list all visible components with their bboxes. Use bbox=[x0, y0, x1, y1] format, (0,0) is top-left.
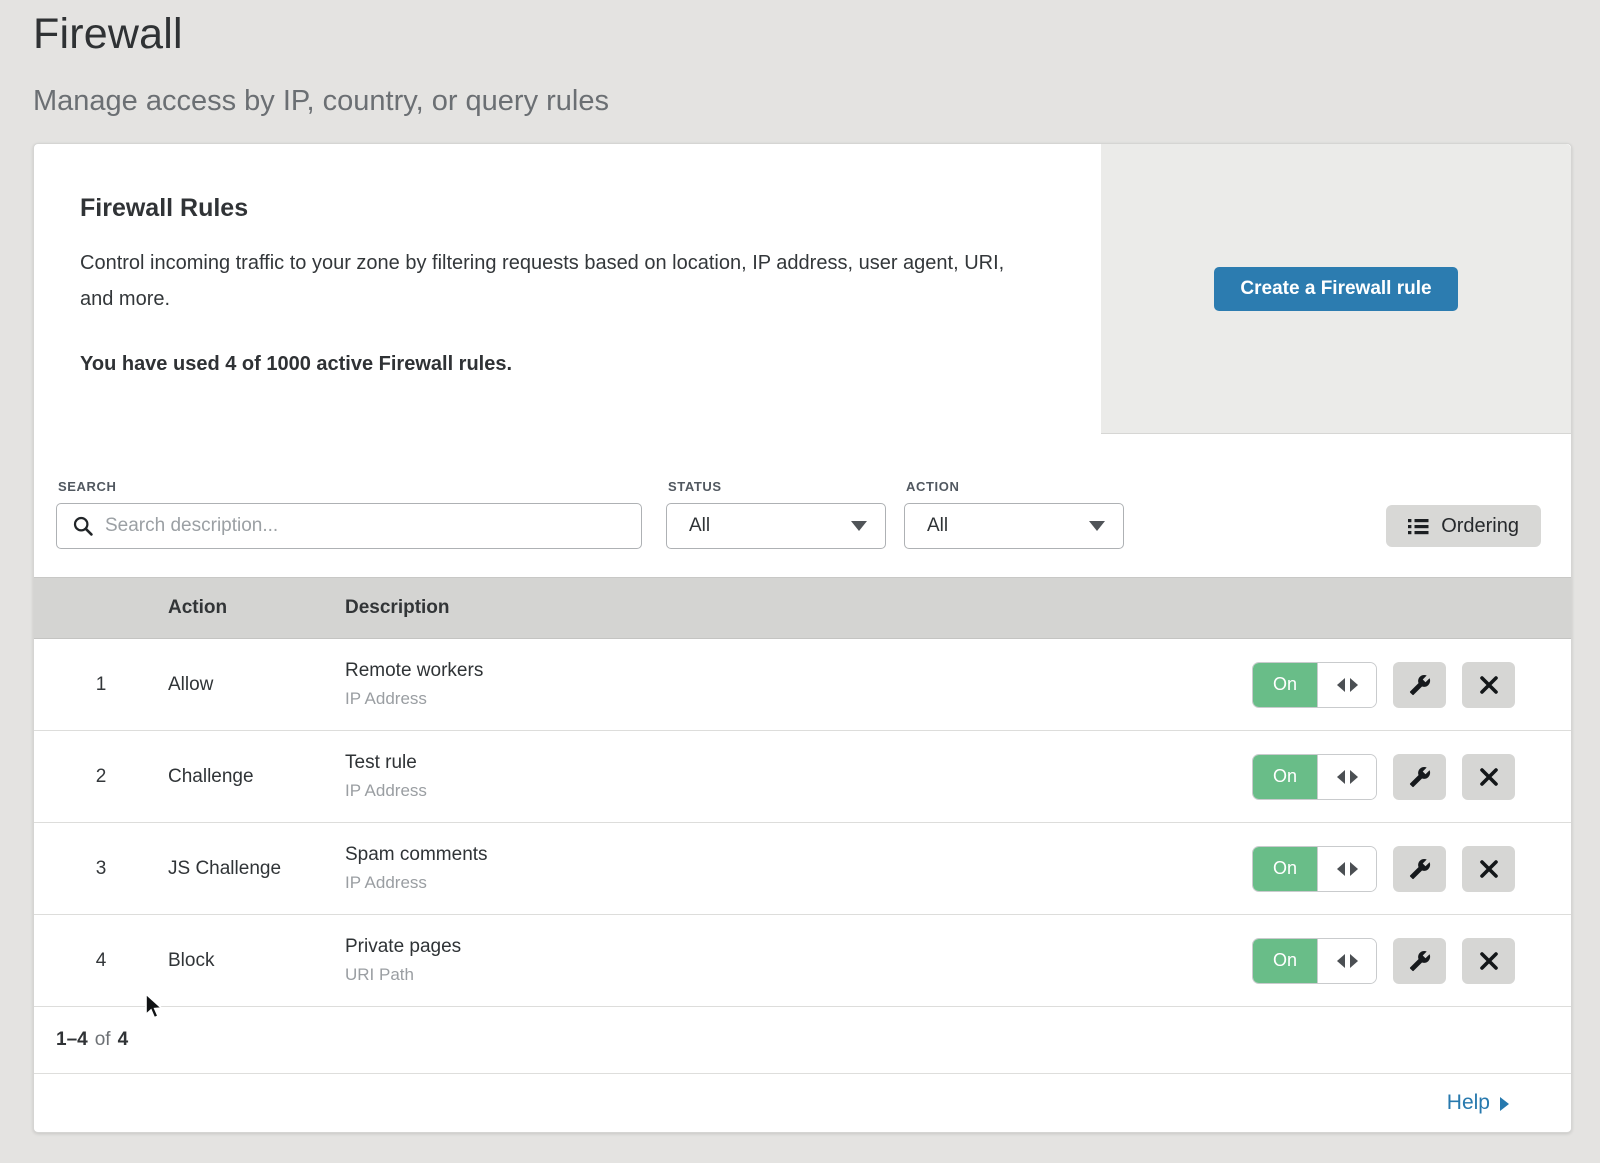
ordering-list-icon bbox=[1408, 518, 1429, 535]
chevron-down-icon bbox=[851, 521, 867, 531]
toggle-arrows-icon[interactable] bbox=[1317, 663, 1376, 707]
help-arrow-icon bbox=[1500, 1097, 1509, 1111]
rule-description-cell: Private pages URI Path bbox=[345, 936, 1251, 985]
ordering-button[interactable]: Ordering bbox=[1386, 505, 1541, 547]
usage-summary: You have used 4 of 1000 active Firewall … bbox=[80, 353, 1053, 376]
search-label: SEARCH bbox=[58, 479, 642, 494]
rule-action: Allow bbox=[168, 674, 345, 696]
wrench-icon bbox=[1409, 858, 1431, 880]
page-subtitle: Manage access by IP, country, or query r… bbox=[33, 85, 1600, 118]
rule-description: Spam comments bbox=[345, 844, 1251, 866]
rule-enabled-toggle[interactable]: On bbox=[1252, 662, 1377, 708]
help-link-label: Help bbox=[1447, 1091, 1490, 1115]
intro-text-block: Firewall Rules Control incoming traffic … bbox=[34, 144, 1101, 434]
toggle-arrows-icon[interactable] bbox=[1317, 939, 1376, 983]
edit-rule-button[interactable] bbox=[1393, 846, 1446, 892]
pagination-range: 1–4 bbox=[56, 1029, 88, 1051]
rule-priority: 2 bbox=[34, 766, 168, 788]
rule-description-cell: Spam comments IP Address bbox=[345, 844, 1251, 893]
column-header-action: Action bbox=[168, 597, 345, 619]
rule-description: Private pages bbox=[345, 936, 1251, 958]
create-rule-panel: Create a Firewall rule bbox=[1101, 144, 1571, 434]
search-box bbox=[56, 503, 642, 549]
edit-rule-button[interactable] bbox=[1393, 662, 1446, 708]
rule-action: Challenge bbox=[168, 766, 345, 788]
page-header: Firewall Manage access by IP, country, o… bbox=[0, 0, 1600, 118]
column-header-description: Description bbox=[345, 597, 1251, 619]
ordering-button-label: Ordering bbox=[1441, 515, 1519, 538]
rules-list: 1 Allow Remote workers IP Address On bbox=[34, 639, 1571, 1007]
action-select[interactable]: All bbox=[904, 503, 1124, 549]
pagination-bar: 1–4 of 4 bbox=[34, 1007, 1571, 1074]
filters-bar: SEARCH STATUS All ACTION All bbox=[34, 434, 1571, 577]
intro-section: Firewall Rules Control incoming traffic … bbox=[34, 144, 1571, 434]
toggle-on-label: On bbox=[1253, 663, 1317, 707]
search-input[interactable] bbox=[57, 504, 641, 548]
wrench-icon bbox=[1409, 766, 1431, 788]
search-icon bbox=[73, 516, 93, 536]
toggle-on-label: On bbox=[1253, 939, 1317, 983]
pagination-of-label: of bbox=[95, 1029, 111, 1051]
action-label: ACTION bbox=[906, 479, 1124, 494]
section-title: Firewall Rules bbox=[80, 194, 1053, 223]
close-icon bbox=[1479, 675, 1499, 695]
status-label: STATUS bbox=[668, 479, 886, 494]
pagination-total: 4 bbox=[118, 1029, 129, 1051]
table-header: Action Description bbox=[34, 577, 1571, 639]
rule-enabled-toggle[interactable]: On bbox=[1252, 754, 1377, 800]
table-row: 3 JS Challenge Spam comments IP Address … bbox=[34, 823, 1571, 915]
rule-priority: 4 bbox=[34, 950, 168, 972]
chevron-down-icon bbox=[1089, 521, 1105, 531]
page-title: Firewall bbox=[33, 10, 1600, 59]
rule-enabled-toggle[interactable]: On bbox=[1252, 938, 1377, 984]
delete-rule-button[interactable] bbox=[1462, 846, 1515, 892]
rule-action: JS Challenge bbox=[168, 858, 345, 880]
rule-enabled-toggle[interactable]: On bbox=[1252, 846, 1377, 892]
toggle-arrows-icon[interactable] bbox=[1317, 847, 1376, 891]
help-bar: Help bbox=[34, 1074, 1571, 1131]
rule-description: Test rule bbox=[345, 752, 1251, 774]
section-description: Control incoming traffic to your zone by… bbox=[80, 245, 1025, 317]
toggle-on-label: On bbox=[1253, 847, 1317, 891]
table-row: 2 Challenge Test rule IP Address On bbox=[34, 731, 1571, 823]
wrench-icon bbox=[1409, 674, 1431, 696]
delete-rule-button[interactable] bbox=[1462, 938, 1515, 984]
rule-priority: 3 bbox=[34, 858, 168, 880]
status-select[interactable]: All bbox=[666, 503, 886, 549]
toggle-arrows-icon[interactable] bbox=[1317, 755, 1376, 799]
rule-description-cell: Test rule IP Address bbox=[345, 752, 1251, 801]
rule-description-cell: Remote workers IP Address bbox=[345, 660, 1251, 709]
create-firewall-rule-button[interactable]: Create a Firewall rule bbox=[1214, 267, 1457, 311]
close-icon bbox=[1479, 951, 1499, 971]
help-link[interactable]: Help bbox=[1447, 1091, 1509, 1115]
action-select-value: All bbox=[927, 515, 948, 537]
rule-priority: 1 bbox=[34, 674, 168, 696]
rule-match-type: URI Path bbox=[345, 965, 1251, 985]
delete-rule-button[interactable] bbox=[1462, 754, 1515, 800]
rule-match-type: IP Address bbox=[345, 873, 1251, 893]
close-icon bbox=[1479, 859, 1499, 879]
wrench-icon bbox=[1409, 950, 1431, 972]
status-select-value: All bbox=[689, 515, 710, 537]
rule-description: Remote workers bbox=[345, 660, 1251, 682]
rule-match-type: IP Address bbox=[345, 781, 1251, 801]
edit-rule-button[interactable] bbox=[1393, 938, 1446, 984]
rule-action: Block bbox=[168, 950, 345, 972]
firewall-rules-card: Firewall Rules Control incoming traffic … bbox=[33, 143, 1572, 1133]
table-row: 4 Block Private pages URI Path On bbox=[34, 915, 1571, 1007]
toggle-on-label: On bbox=[1253, 755, 1317, 799]
edit-rule-button[interactable] bbox=[1393, 754, 1446, 800]
close-icon bbox=[1479, 767, 1499, 787]
table-row: 1 Allow Remote workers IP Address On bbox=[34, 639, 1571, 731]
rule-match-type: IP Address bbox=[345, 689, 1251, 709]
delete-rule-button[interactable] bbox=[1462, 662, 1515, 708]
